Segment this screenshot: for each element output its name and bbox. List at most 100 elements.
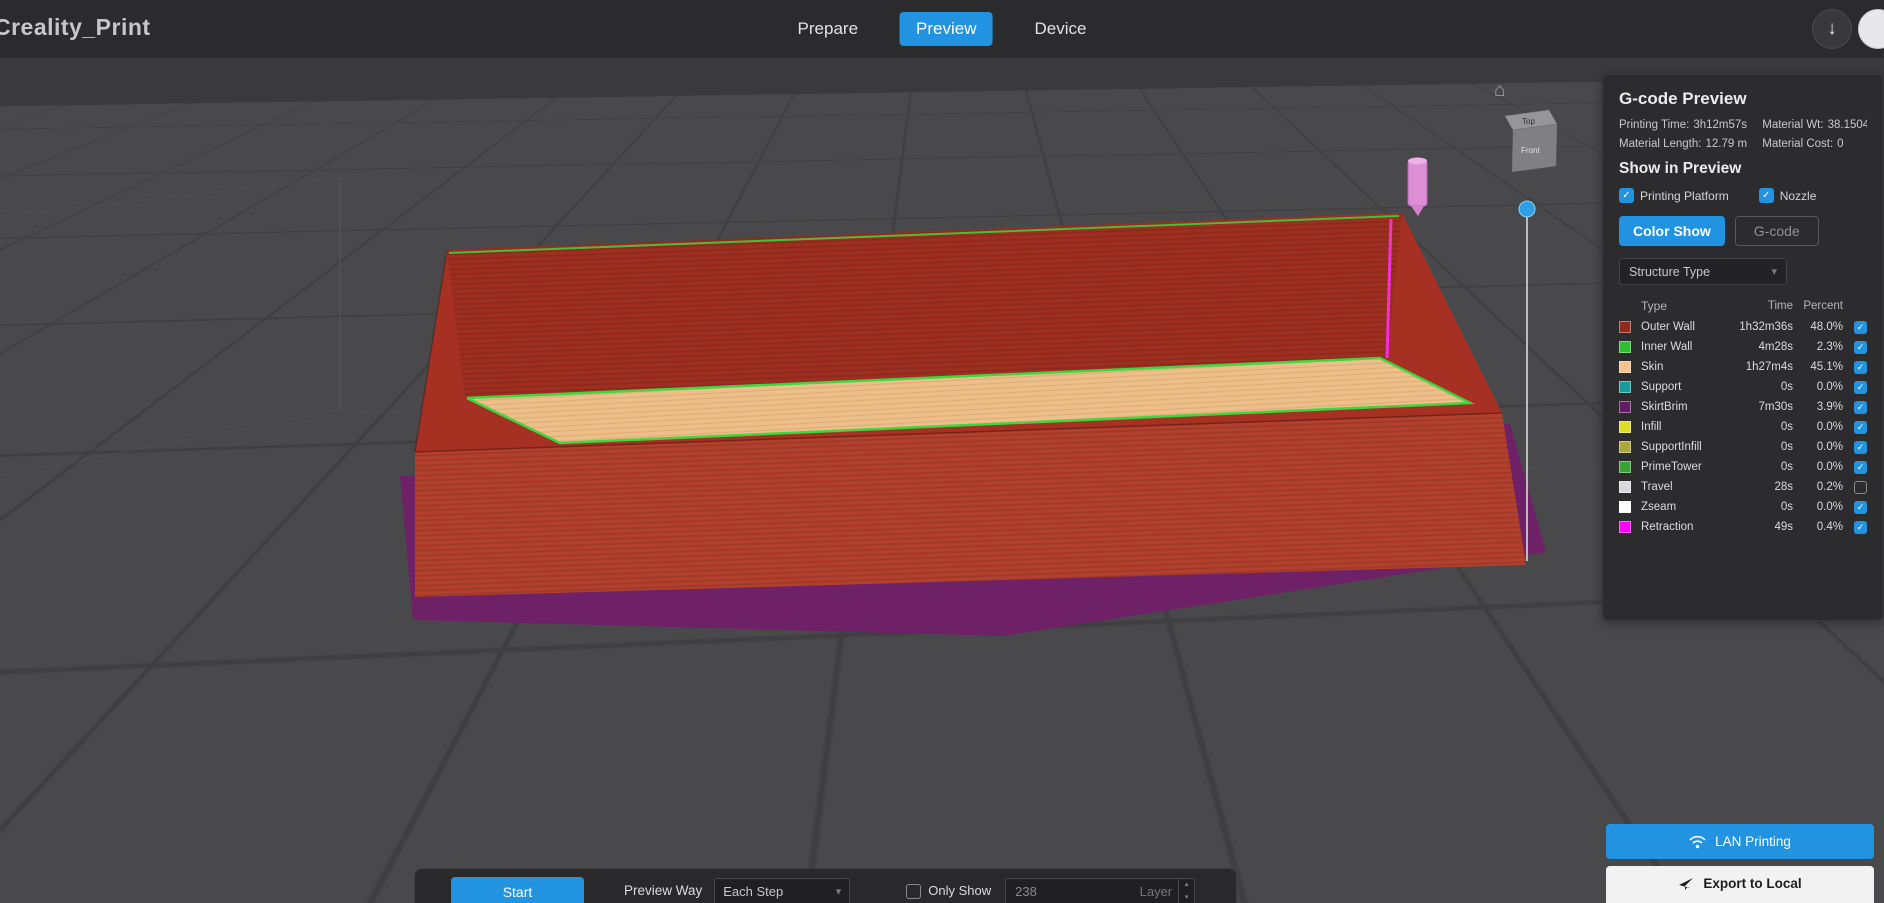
row-swatch	[1619, 321, 1631, 333]
plate-edge-line	[0, 409, 341, 477]
stats-row-1: Printing Time: 3h12m57s Material Wt: 38.15…	[1619, 119, 1867, 131]
row-percent: 0.0%	[1816, 441, 1843, 453]
preview-option[interactable]: ✓ Nozzle	[1758, 188, 1816, 203]
table-row[interactable]: Infill 0s 0.0% ✓	[1619, 417, 1867, 437]
structure-table-header: Type Time Percent	[1619, 295, 1867, 317]
table-row[interactable]: PrimeTower 0s 0.0% ✓	[1619, 457, 1867, 477]
row-time: 28s	[1774, 481, 1793, 493]
option-checkbox[interactable]: ✓	[1619, 188, 1634, 203]
row-swatch	[1619, 501, 1631, 513]
row-percent: 0.2%	[1816, 481, 1843, 493]
color-show-button[interactable]: Color Show	[1619, 216, 1725, 246]
row-checkbox[interactable]: ✓	[1854, 420, 1867, 434]
row-type: Zseam	[1641, 501, 1677, 513]
row-time: 7m30s	[1758, 401, 1793, 413]
row-percent: 0.4%	[1816, 521, 1843, 533]
row-checkbox[interactable]: ✓	[1854, 440, 1867, 454]
row-time: 0s	[1780, 501, 1793, 513]
gcode-preview-panel: G-code Preview Printing Time: 3h12m57s Ma…	[1602, 74, 1884, 621]
wifi-icon	[1689, 835, 1706, 848]
edge-circle-button[interactable]	[1858, 9, 1884, 49]
app-title: Creality_Print	[0, 14, 151, 40]
option-checkbox[interactable]: ✓	[1758, 188, 1774, 203]
row-time: 0s	[1780, 381, 1793, 393]
row-swatch	[1619, 461, 1631, 473]
row-checkbox[interactable]: ✓	[1854, 460, 1867, 474]
layer-slider-handle[interactable]	[1518, 200, 1536, 218]
download-icon: ↓	[1827, 18, 1837, 39]
row-time: 0s	[1780, 441, 1793, 453]
preview-option[interactable]: ✓ Printing Platform	[1619, 188, 1729, 203]
row-checkbox[interactable]: ✓	[1854, 380, 1867, 394]
lan-printing-button[interactable]: LAN Printing	[1606, 824, 1874, 859]
layer-value[interactable]: 238	[1006, 884, 1139, 899]
step-up-icon[interactable]: ▴	[1179, 879, 1194, 892]
tab-prepare[interactable]: Prepare	[782, 12, 874, 46]
layer-stepper[interactable]: ▴ ▾	[1178, 879, 1194, 903]
row-type: Infill	[1641, 421, 1662, 433]
only-show-option[interactable]: Only Show	[906, 877, 991, 903]
gcode-button[interactable]: G-code	[1734, 216, 1819, 246]
export-to-local-label: Export to Local	[1703, 876, 1802, 891]
row-checkbox[interactable]: ✓	[1854, 320, 1867, 334]
row-type: PrimeTower	[1641, 461, 1702, 473]
table-row[interactable]: Skin 1h27m4s 45.1% ✓	[1619, 357, 1867, 377]
table-row[interactable]: Inner Wall 4m28s 2.3% ✓	[1619, 337, 1867, 357]
row-percent: 3.9%	[1816, 401, 1843, 413]
preview-way-label: Preview Way	[624, 883, 703, 898]
table-row[interactable]: Travel 28s 0.2%	[1619, 477, 1867, 497]
row-time: 1h27m4s	[1745, 361, 1793, 373]
table-row[interactable]: SkirtBrim 7m30s 3.9% ✓	[1619, 397, 1867, 417]
option-label: Printing Platform	[1640, 188, 1729, 203]
preview-way-value: Each Step	[723, 884, 784, 899]
row-checkbox[interactable]: ✓	[1854, 340, 1867, 354]
row-checkbox[interactable]: ✓	[1854, 520, 1867, 534]
tab-preview[interactable]: Preview	[900, 12, 993, 46]
col-type: Type	[1641, 299, 1668, 313]
row-swatch	[1619, 401, 1631, 413]
row-type: Inner Wall	[1641, 341, 1693, 353]
preview-control-bar: Start Preview Way Each Step ▾ Only Show …	[414, 868, 1237, 903]
main-tabs: Prepare Preview Device	[782, 0, 1103, 58]
layer-number-input[interactable]: 238 Layer ▴ ▾	[1005, 878, 1196, 903]
step-down-icon[interactable]: ▾	[1179, 892, 1194, 903]
printing-time-label: Printing Time:	[1619, 119, 1690, 131]
structure-type-value: Structure Type	[1629, 264, 1711, 279]
top-bar: Creality_Print Prepare Preview Device ↓	[0, 0, 1884, 58]
tab-device[interactable]: Device	[1018, 12, 1102, 46]
row-percent: 0.0%	[1816, 421, 1843, 433]
row-percent: 48.0%	[1810, 321, 1843, 333]
table-row[interactable]: Zseam 0s 0.0% ✓	[1619, 497, 1867, 517]
col-time: Time	[1767, 300, 1793, 312]
row-type: SkirtBrim	[1641, 401, 1688, 413]
table-row[interactable]: Support 0s 0.0% ✓	[1619, 377, 1867, 397]
row-type: Outer Wall	[1641, 321, 1695, 333]
download-button[interactable]: ↓	[1812, 9, 1852, 49]
export-to-local-button[interactable]: Export to Local	[1606, 866, 1874, 903]
material-wt-value: 38.1504	[1827, 119, 1867, 131]
home-view-icon[interactable]: ⌂	[1494, 80, 1505, 101]
preview-way-dropdown[interactable]: Each Step ▾	[714, 878, 851, 903]
row-checkbox[interactable]: ✓	[1854, 360, 1867, 374]
row-percent: 45.1%	[1810, 361, 1843, 373]
table-row[interactable]: SupportInfill 0s 0.0% ✓	[1619, 437, 1867, 457]
col-percent: Percent	[1803, 300, 1843, 312]
view-cube[interactable]: Top Front	[1504, 109, 1558, 173]
row-swatch	[1619, 521, 1631, 533]
row-percent: 0.0%	[1816, 381, 1843, 393]
row-checkbox[interactable]: ✓	[1854, 400, 1867, 414]
table-row[interactable]: Retraction 49s 0.4% ✓	[1619, 517, 1867, 537]
chamber-top-line	[0, 177, 341, 217]
structure-type-dropdown[interactable]: Structure Type ▾	[1619, 258, 1787, 285]
start-button[interactable]: Start	[451, 877, 584, 903]
show-in-preview-title: Show in Preview	[1619, 160, 1742, 177]
only-show-checkbox[interactable]	[906, 883, 922, 899]
table-row[interactable]: Outer Wall 1h32m36s 48.0% ✓	[1619, 317, 1867, 337]
row-time: 0s	[1780, 461, 1793, 473]
mode-buttons: Color Show G-code	[1619, 216, 1867, 246]
view-cube-front-label: Front	[1521, 146, 1540, 155]
row-checkbox[interactable]	[1854, 480, 1867, 494]
stats-row-2: Material Length: 12.79 m Material Cost: 0	[1619, 138, 1867, 150]
row-swatch	[1619, 341, 1631, 353]
row-checkbox[interactable]: ✓	[1854, 500, 1867, 514]
